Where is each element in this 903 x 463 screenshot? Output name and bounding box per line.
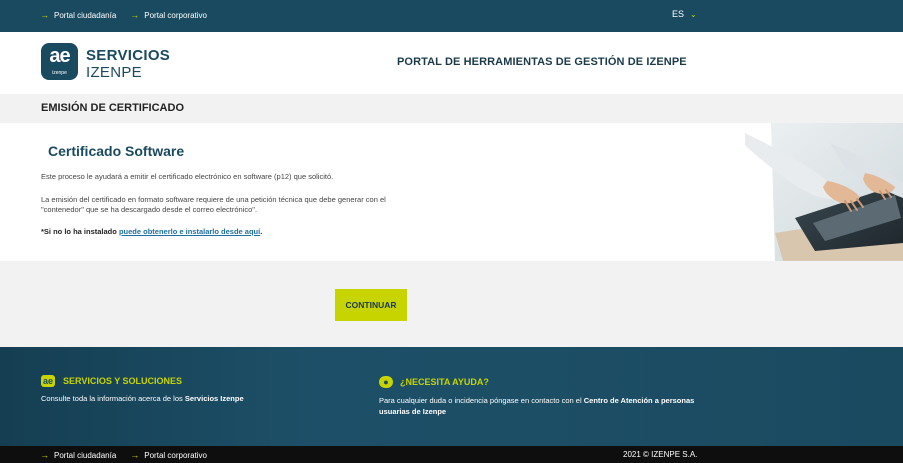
top-link-label: Portal ciudadanía (54, 10, 117, 20)
arrow-right-icon: → (130, 10, 140, 20)
section-header: EMISIÓN DE CERTIFICADO (0, 94, 903, 123)
services-text: Consulte toda la información acerca de l… (41, 393, 341, 404)
top-link-label: Portal corporativo (144, 10, 207, 20)
section-title: EMISIÓN DE CERTIFICADO (41, 102, 185, 114)
chat-bubble-icon: ● (379, 376, 393, 388)
bottom-link-portal-ciudadania[interactable]: → Portal ciudadanía (40, 450, 116, 460)
top-links: → Portal ciudadanía → Portal corporativo (40, 10, 207, 20)
top-link-portal-corporativo[interactable]: → Portal corporativo (130, 10, 207, 20)
bottom-link-portal-corporativo[interactable]: → Portal corporativo (130, 450, 207, 460)
copyright-text: 2021 © IZENPE S.A. (623, 450, 698, 459)
bottom-link-label: Portal corporativo (144, 450, 207, 460)
laptop-hands-image (735, 123, 903, 261)
install-note-suffix: . (260, 227, 263, 236)
izenpe-logo[interactable]: ae izenpe (41, 43, 78, 80)
install-note-prefix: *Si no lo ha instalado (41, 227, 119, 236)
requirement-paragraph: La emisión del certificado en formato so… (41, 195, 386, 214)
bottom-bar: → Portal ciudadanía → Portal corporativo… (0, 446, 903, 463)
continue-button[interactable]: CONTINUAR (335, 289, 407, 321)
install-link[interactable]: puede obtenerlo e instalarlo desde aquí (119, 227, 260, 236)
portal-title: PORTAL DE HERRAMIENTAS DE GESTIÓN DE IZE… (397, 56, 687, 68)
brand-line-1: SERVICIOS (86, 47, 171, 64)
bottom-link-label: Portal ciudadanía (54, 450, 117, 460)
arrow-right-icon: → (40, 10, 49, 20)
logo-subtext: izenpe (52, 70, 67, 76)
services-heading: SERVICIOS Y SOLUCIONES (63, 376, 183, 386)
site-header: ae izenpe SERVICIOS IZENPE PORTAL DE HER… (0, 32, 903, 94)
logo-mark: ae (49, 45, 70, 67)
services-link[interactable]: Servicios Izenpe (185, 394, 244, 403)
help-text: Para cualquier duda o incidencia póngase… (379, 395, 699, 417)
arrow-right-icon: → (130, 450, 140, 460)
brand-line-2: IZENPE (86, 64, 142, 81)
page-title: Certificado Software (48, 143, 185, 159)
language-label: ES (672, 9, 685, 19)
services-text-prefix: Consulte toda la información acerca de l… (41, 394, 185, 403)
bottom-links: → Portal ciudadanía → Portal corporativo (40, 450, 207, 460)
action-band: CONTINUAR (0, 261, 903, 347)
site-footer: ae SERVICIOS Y SOLUCIONES Consulte toda … (0, 347, 903, 446)
help-text-prefix: Para cualquier duda o incidencia póngase… (379, 396, 584, 405)
arrow-right-icon: → (40, 450, 49, 460)
language-selector[interactable]: ES ⌄ (672, 9, 697, 19)
services-logo-icon: ae (41, 375, 55, 387)
top-link-portal-ciudadania[interactable]: → Portal ciudadanía (40, 10, 116, 20)
chevron-down-icon: ⌄ (690, 9, 697, 19)
top-bar: → Portal ciudadanía → Portal corporativo… (0, 0, 903, 32)
install-note: *Si no lo ha instalado puede obtenerlo e… (41, 227, 262, 236)
intro-paragraph: Este proceso le ayudará a emitir el cert… (41, 172, 334, 181)
help-heading: ¿NECESITA AYUDA? (400, 377, 489, 387)
main-content: Certificado Software Este proceso le ayu… (0, 123, 903, 261)
